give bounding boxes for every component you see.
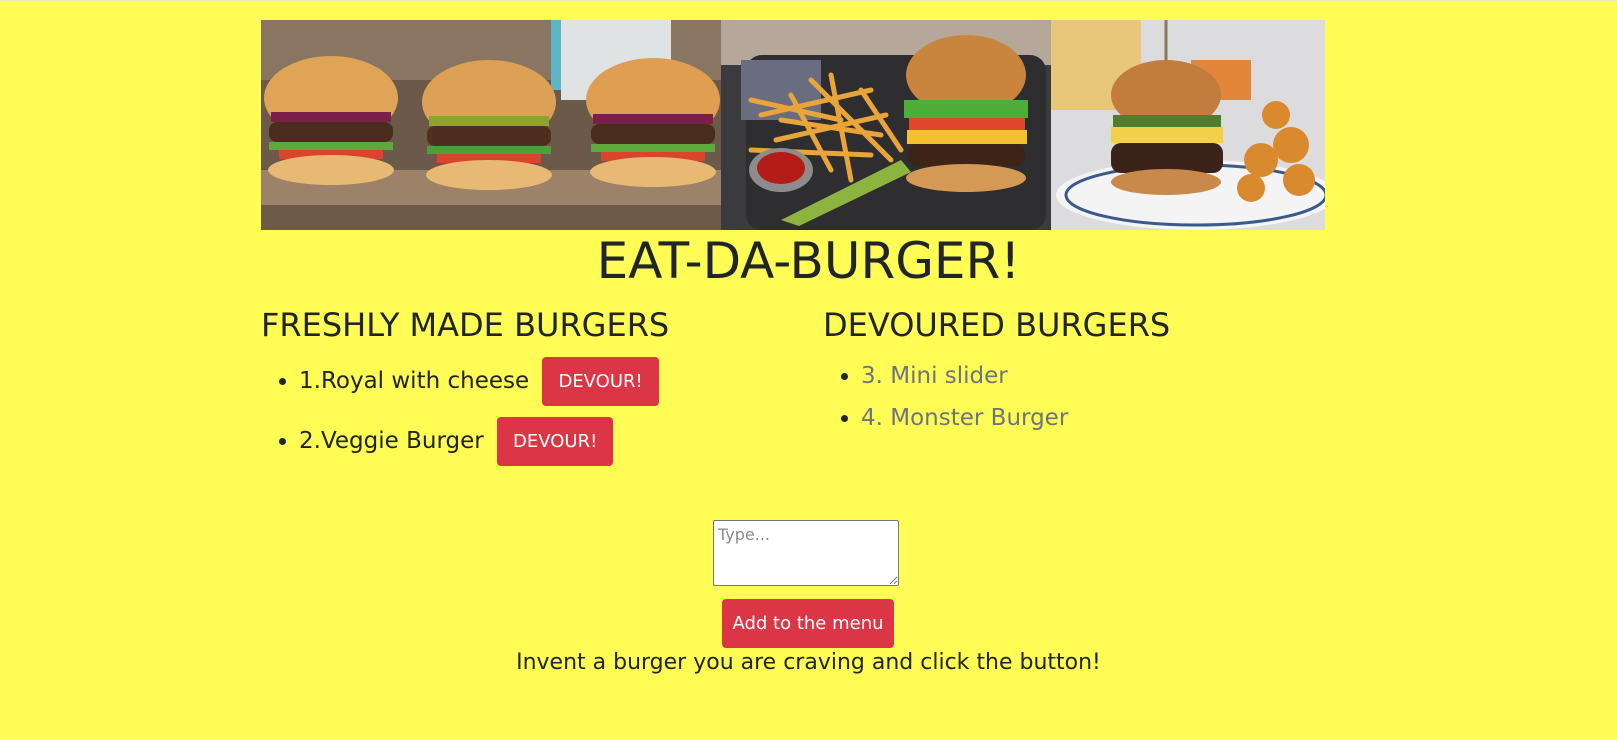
fresh-burgers-heading: FRESHLY MADE BURGERS [261, 306, 670, 344]
list-item: 3. Mini slider [861, 355, 1068, 397]
devoured-burgers-heading: DEVOURED BURGERS [823, 306, 1171, 344]
instruction-text: Invent a burger you are craving and clic… [516, 650, 1101, 675]
burger-name: 3. Mini slider [861, 363, 1008, 389]
burger-fries-photo [721, 20, 1051, 230]
list-item: 4. Monster Burger [861, 397, 1068, 439]
list-item: 1.Royal with cheese DEVOUR! [299, 356, 659, 416]
devoured-burgers-list: 3. Mini slider 4. Monster Burger [823, 355, 1068, 439]
burger-input-wrap [713, 520, 899, 590]
list-item: 2.Veggie Burger DEVOUR! [299, 416, 659, 476]
devour-button[interactable]: DEVOUR! [542, 357, 659, 406]
page-title: EAT-DA-BURGER! [596, 232, 1021, 290]
add-to-menu-button[interactable]: Add to the menu [722, 599, 894, 648]
burger-trio-photo [261, 20, 721, 230]
top-border [0, 0, 1617, 1]
devour-button[interactable]: DEVOUR! [497, 417, 614, 466]
burger-name-input[interactable] [713, 520, 899, 586]
burger-name: 4. Monster Burger [861, 405, 1069, 431]
burger-name: 1.Royal with cheese [299, 368, 530, 394]
burger-name: 2.Veggie Burger [299, 428, 484, 454]
burger-waffle-fries-photo [1051, 20, 1325, 230]
hero-banner [261, 20, 1325, 230]
fresh-burgers-list: 1.Royal with cheese DEVOUR! 2.Veggie Bur… [261, 356, 659, 476]
